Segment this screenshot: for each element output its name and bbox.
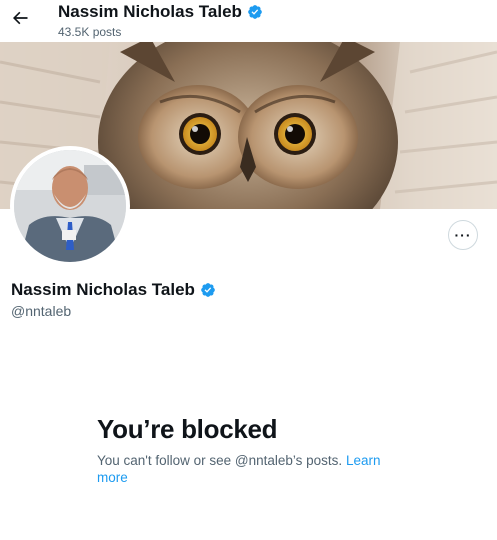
profile-handle: @nntaleb [11, 303, 72, 319]
back-button[interactable] [10, 8, 30, 28]
blocked-title: You’re blocked [97, 414, 278, 444]
more-options-button[interactable]: ··· [448, 220, 478, 250]
blocked-message-text: You can't follow or see @nntaleb’s posts… [97, 453, 346, 468]
post-count: 43.5K posts [58, 25, 122, 39]
profile-name: Nassim Nicholas Taleb [11, 280, 195, 299]
verified-badge-icon [248, 5, 262, 19]
top-bar: Nassim Nicholas Taleb 43.5K posts [0, 0, 497, 42]
header-title: Nassim Nicholas Taleb [58, 2, 263, 22]
profile-name-row: Nassim Nicholas Taleb [11, 280, 216, 300]
header-name: Nassim Nicholas Taleb [58, 2, 242, 21]
profile-avatar[interactable] [10, 146, 130, 266]
verified-badge-icon [201, 283, 215, 297]
blocked-message: You can't follow or see @nntaleb’s posts… [97, 452, 387, 486]
arrow-left-icon [13, 11, 28, 25]
avatar-photo [14, 150, 126, 262]
more-icon: ··· [454, 227, 472, 243]
